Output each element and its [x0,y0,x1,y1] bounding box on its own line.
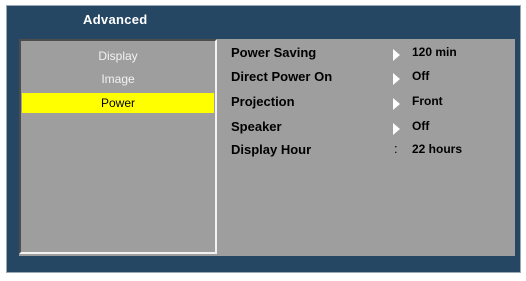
setting-value: Off [412,69,430,83]
settings-list: Power Saving 120 min Direct Power On Off… [217,39,515,256]
category-item-image[interactable]: Image [22,69,214,89]
setting-label: Power Saving [231,45,317,60]
menu-content: Display Image Power Power Saving 120 min… [19,39,515,256]
osd-menu-window: Advanced Display Image Power Power Savin… [6,5,521,273]
setting-row-display-hour: Display Hour : 22 hours [217,140,515,160]
setting-value: Front [412,94,443,108]
setting-label: Display Hour [231,142,312,157]
setting-label: Direct Power On [231,69,333,84]
setting-label: Projection [231,94,295,109]
setting-value: 120 min [412,45,457,59]
setting-value: 22 hours [412,142,463,156]
setting-row-speaker[interactable]: Speaker Off [217,117,515,137]
arrow-right-icon [393,123,400,135]
setting-label: Speaker [231,119,282,134]
value-separator: : [394,141,398,156]
arrow-right-icon [393,73,400,85]
menu-title: Advanced [83,12,148,27]
category-item-display[interactable]: Display [22,46,214,66]
arrow-right-icon [393,49,400,61]
setting-value: Off [412,119,430,133]
category-item-power[interactable]: Power [22,93,214,113]
setting-row-direct-power-on[interactable]: Direct Power On Off [217,67,515,87]
setting-row-power-saving[interactable]: Power Saving 120 min [217,43,515,63]
arrow-right-icon [393,98,400,110]
category-list: Display Image Power [19,39,217,254]
setting-row-projection[interactable]: Projection Front [217,92,515,112]
